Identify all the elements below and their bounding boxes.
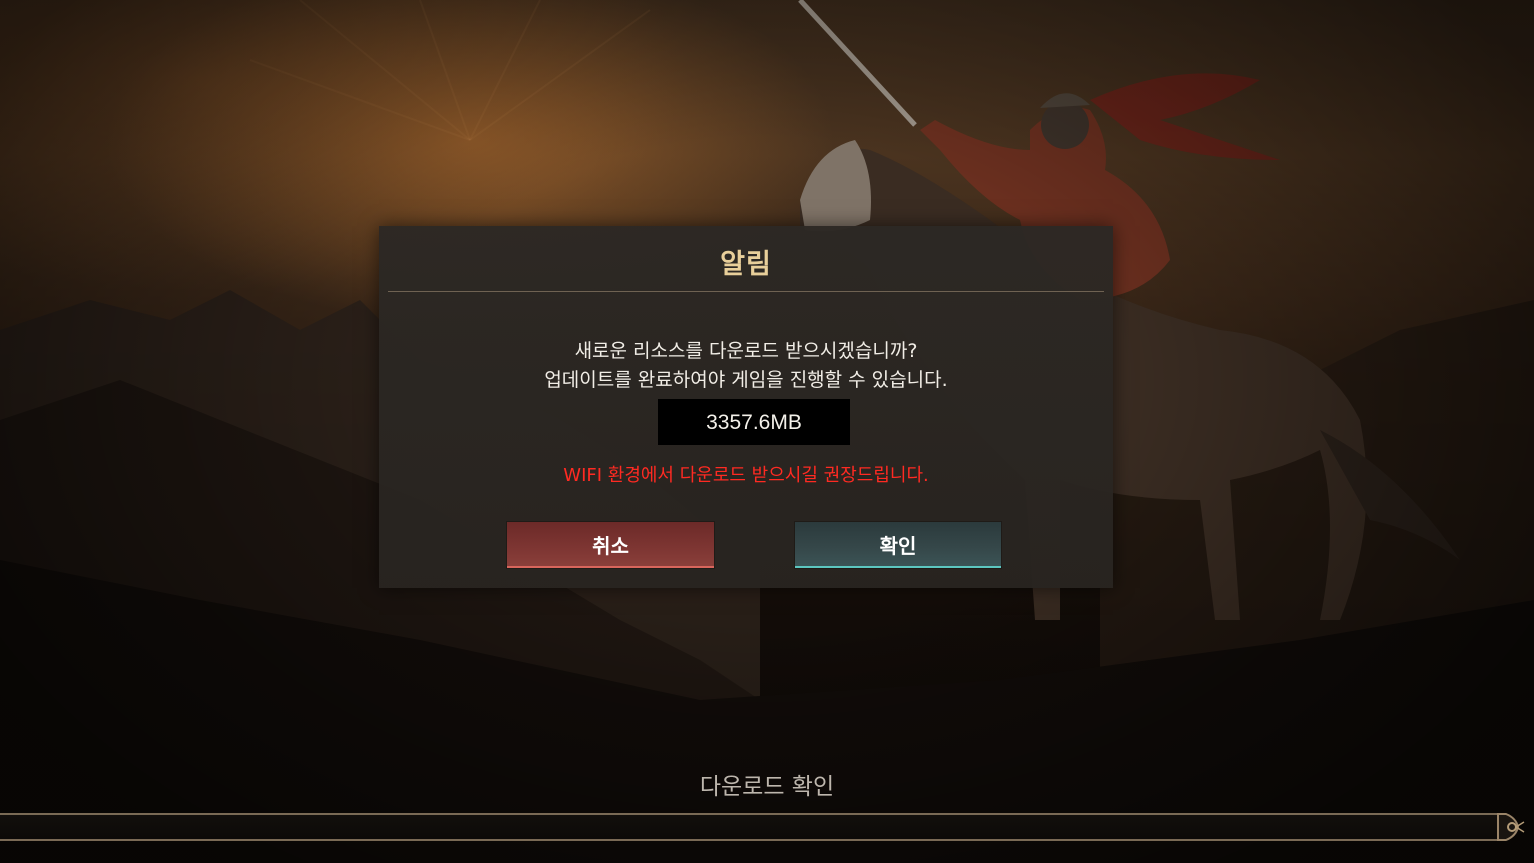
- status-text: 다운로드 확인: [699, 774, 835, 800]
- download-notice-dialog: 알림 새로운 리소스를 다운로드 받으시겠습니까? 업데이트를 완료하여야 게임…: [379, 226, 1113, 588]
- wifi-warning-text: WIFI 환경에서 다운로드 받으시길 권장드립니다.: [563, 465, 929, 486]
- ornament-icon: [1497, 813, 1525, 841]
- download-progress-bar: [0, 813, 1503, 841]
- cancel-button[interactable]: 취소: [506, 521, 715, 569]
- confirm-button[interactable]: 확인: [794, 521, 1002, 569]
- dialog-title: 알림: [720, 249, 772, 280]
- dialog-message-line-1: 새로운 리소스를 다운로드 받으시겠습니까?: [574, 340, 918, 362]
- title-divider: [388, 291, 1104, 292]
- download-size-box: 3357.6MB: [658, 399, 850, 445]
- dialog-message-line-2: 업데이트를 완료하여야 게임을 진행할 수 있습니다.: [544, 369, 948, 391]
- launcher-screen: 알림 새로운 리소스를 다운로드 받으시겠습니까? 업데이트를 완료하여야 게임…: [0, 0, 1534, 863]
